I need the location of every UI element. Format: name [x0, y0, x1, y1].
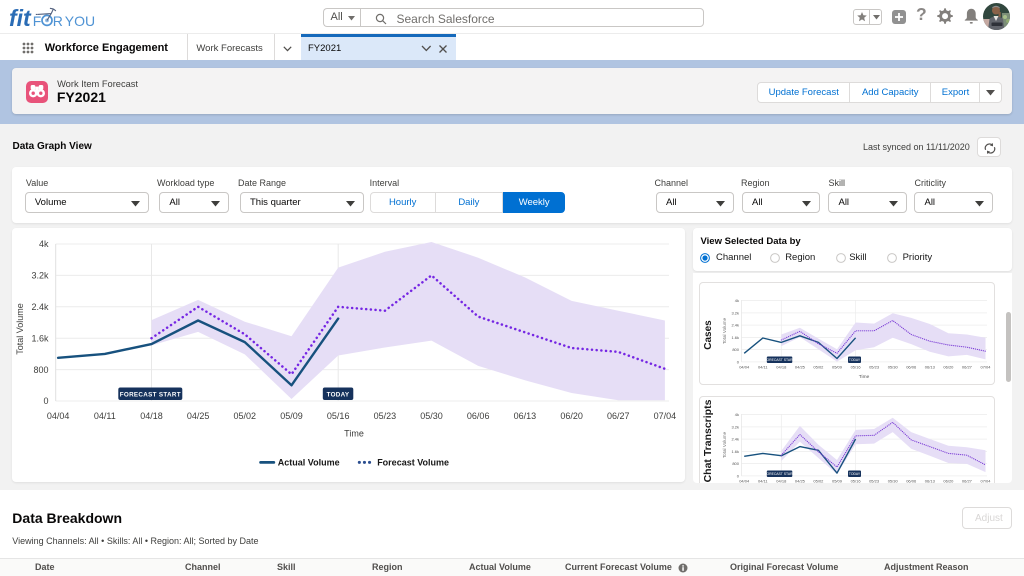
svg-text:05/23: 05/23: [869, 364, 880, 369]
svg-text:05/09: 05/09: [832, 364, 843, 369]
svg-text:YOU: YOU: [65, 13, 95, 29]
svg-text:FORECAST START: FORECAST START: [764, 472, 794, 476]
svg-text:TODAY: TODAY: [326, 392, 349, 399]
svg-text:4k: 4k: [39, 239, 49, 249]
svg-text:0: 0: [43, 396, 48, 406]
svg-text:05/16: 05/16: [327, 411, 350, 421]
svg-text:06/06: 06/06: [906, 364, 917, 369]
svg-text:4k: 4k: [735, 412, 739, 417]
svg-text:06/13: 06/13: [925, 478, 936, 483]
svg-text:3.2k: 3.2k: [731, 425, 739, 430]
svg-text:06/27: 06/27: [607, 411, 630, 421]
svg-text:Chat Transcripts: Chat Transcripts: [702, 399, 714, 482]
svg-text:TODAY: TODAY: [849, 472, 861, 476]
svg-text:06/20: 06/20: [943, 364, 954, 369]
svg-text:Total Volume: Total Volume: [15, 303, 25, 355]
svg-text:06/13: 06/13: [513, 411, 536, 421]
svg-text:04/11: 04/11: [758, 478, 768, 483]
svg-text:05/30: 05/30: [888, 478, 899, 483]
svg-text:Total Volume: Total Volume: [722, 317, 727, 344]
svg-text:06/27: 06/27: [962, 364, 973, 369]
svg-text:06/20: 06/20: [560, 411, 583, 421]
svg-text:04/11: 04/11: [758, 364, 768, 369]
svg-text:Time: Time: [344, 429, 364, 439]
svg-text:04/04: 04/04: [47, 411, 70, 421]
svg-text:07/04: 07/04: [653, 411, 676, 421]
svg-text:05/30: 05/30: [888, 364, 899, 369]
svg-text:800: 800: [732, 461, 739, 466]
svg-text:2.4k: 2.4k: [31, 302, 49, 312]
svg-text:FORECAST START: FORECAST START: [119, 392, 180, 399]
svg-text:05/30: 05/30: [420, 411, 443, 421]
svg-text:06/27: 06/27: [962, 478, 973, 483]
svg-text:Time: Time: [859, 374, 870, 380]
svg-text:2.4k: 2.4k: [731, 437, 739, 442]
svg-text:Actual Volume: Actual Volume: [277, 458, 339, 468]
svg-text:4k: 4k: [735, 298, 739, 303]
svg-text:800: 800: [732, 347, 739, 352]
svg-text:04/04: 04/04: [739, 478, 750, 483]
svg-text:05/16: 05/16: [851, 478, 862, 483]
svg-text:04/11: 04/11: [94, 411, 116, 421]
svg-text:05/09: 05/09: [280, 411, 303, 421]
svg-text:04/25: 04/25: [795, 478, 806, 483]
svg-text:04/18: 04/18: [776, 478, 787, 483]
svg-text:05/09: 05/09: [832, 478, 843, 483]
svg-text:05/23: 05/23: [869, 478, 880, 483]
svg-text:05/02: 05/02: [233, 411, 256, 421]
svg-text:3.2k: 3.2k: [731, 310, 739, 315]
svg-text:3.2k: 3.2k: [31, 271, 49, 281]
svg-text:2.4k: 2.4k: [731, 322, 739, 327]
svg-text:05/23: 05/23: [373, 411, 396, 421]
svg-text:fit: fit: [9, 5, 32, 30]
svg-text:05/02: 05/02: [813, 364, 824, 369]
svg-text:05/02: 05/02: [813, 478, 824, 483]
svg-text:R: R: [53, 13, 63, 29]
svg-text:06/20: 06/20: [943, 478, 954, 483]
svg-text:05/16: 05/16: [851, 364, 862, 369]
svg-text:FORECAST START: FORECAST START: [764, 358, 794, 362]
svg-text:TODAY: TODAY: [849, 358, 861, 362]
svg-text:06/06: 06/06: [906, 478, 917, 483]
svg-text:04/25: 04/25: [187, 411, 210, 421]
svg-text:07/04: 07/04: [980, 478, 991, 483]
svg-text:06/06: 06/06: [467, 411, 490, 421]
svg-text:04/25: 04/25: [795, 364, 806, 369]
svg-text:Forecast Volume: Forecast Volume: [377, 458, 449, 468]
svg-text:Total Volume: Total Volume: [722, 431, 727, 458]
svg-text:04/18: 04/18: [776, 364, 787, 369]
svg-text:1.6k: 1.6k: [31, 333, 49, 343]
svg-text:04/04: 04/04: [739, 364, 750, 369]
svg-text:F: F: [33, 13, 42, 29]
svg-text:1.6k: 1.6k: [731, 335, 739, 340]
svg-text:800: 800: [33, 365, 48, 375]
svg-text:04/18: 04/18: [140, 411, 163, 421]
svg-text:06/13: 06/13: [925, 364, 936, 369]
svg-text:07/04: 07/04: [980, 364, 991, 369]
svg-text:1.6k: 1.6k: [731, 449, 739, 454]
svg-text:Cases: Cases: [703, 319, 714, 349]
